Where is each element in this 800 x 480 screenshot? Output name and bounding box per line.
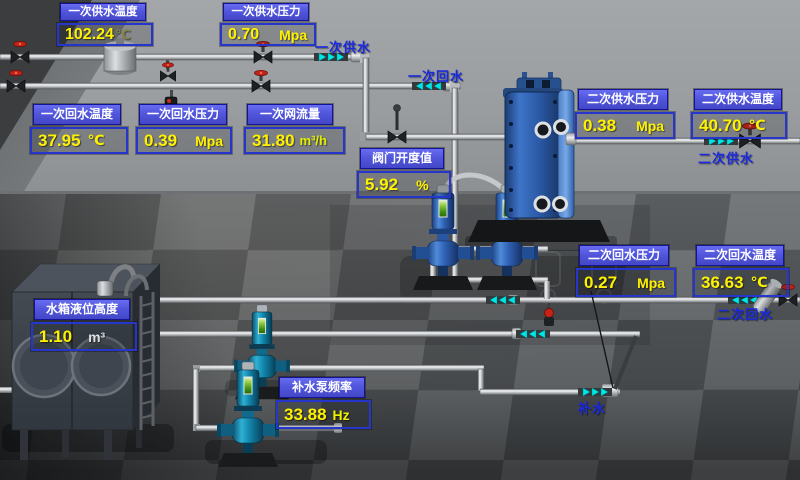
panel-secondary-return-pressure: 二次回水压力 0.27Mpa [576,245,676,297]
pipe-label-secondary-return: 二次回水 [717,304,773,323]
panel-makeup-pump-frequency: 补水泵频率 33.88Hz [276,377,371,429]
flow-arrow-right-icon [578,388,612,396]
panel-label: 二次回水温度 [696,245,784,266]
panel-label: 二次供水温度 [694,89,782,110]
panel-label: 补水泵频率 [279,377,365,398]
panel-value: 0.70Mpa [220,23,316,46]
panel-label: 水箱液位高度 [34,299,130,320]
panel-secondary-return-temp: 二次回水温度 36.63℃ [693,245,789,297]
panel-label: 一次网流量 [247,104,333,125]
panel-label: 阀门开度值 [360,148,444,169]
panel-value: 37.95℃ [30,127,128,154]
panel-label: 二次回水压力 [579,245,669,266]
panel-primary-network-flow: 一次网流量 31.80m³/h [244,104,345,154]
panel-value: 33.88Hz [276,400,371,429]
pipe-label-primary-return: 一次回水 [408,66,464,85]
panel-primary-supply-pressure: 一次供水压力 0.70Mpa [220,3,316,46]
flow-arrow-left-icon [486,296,520,304]
pipe-label-secondary-supply: 二次供水 [698,148,754,167]
panel-secondary-supply-temp: 二次供水温度 40.70℃ [691,89,787,139]
flow-arrow-left-icon [516,330,550,338]
panel-valve-opening: 阀门开度值 5.92% [357,148,451,198]
panel-label: 一次供水压力 [223,3,309,21]
panel-value: 40.70℃ [691,112,787,139]
panel-primary-supply-temp: 一次供水温度 102.24℃ [57,3,153,46]
exchanger-port [536,123,550,137]
panel-secondary-supply-pressure: 二次供水压力 0.38Mpa [575,89,675,139]
panel-value: 36.63℃ [693,268,789,297]
panel-label: 一次供水温度 [60,3,146,21]
panel-tank-level: 水箱液位高度 1.10m³ [31,299,137,351]
panel-value: 31.80m³/h [244,127,345,154]
pipe-label-makeup-water: 补水 [578,398,606,417]
panel-value: 0.39Mpa [136,127,232,154]
panel-value: 1.10m³ [31,322,137,351]
pipe-label-primary-supply: 一次供水 [315,37,371,56]
panel-value: 0.27Mpa [576,268,676,297]
panel-value: 102.24℃ [57,23,153,46]
panel-value: 5.92% [357,171,451,198]
hmi-heating-station-screen: 一次供水温度 102.24℃ 一次供水压力 0.70Mpa 一次回水温度 37.… [0,0,800,480]
panel-primary-return-pressure: 一次回水压力 0.39Mpa [136,104,232,154]
panel-label: 一次回水压力 [139,104,227,125]
panel-value: 0.38Mpa [575,112,675,139]
bleed-valve[interactable] [160,60,175,81]
panel-primary-return-temp: 一次回水温度 37.95℃ [30,104,128,154]
panel-label: 二次供水压力 [578,89,668,110]
control-valve[interactable] [388,105,406,144]
plant-3d-scene [0,0,800,480]
panel-label: 一次回水温度 [33,104,121,125]
